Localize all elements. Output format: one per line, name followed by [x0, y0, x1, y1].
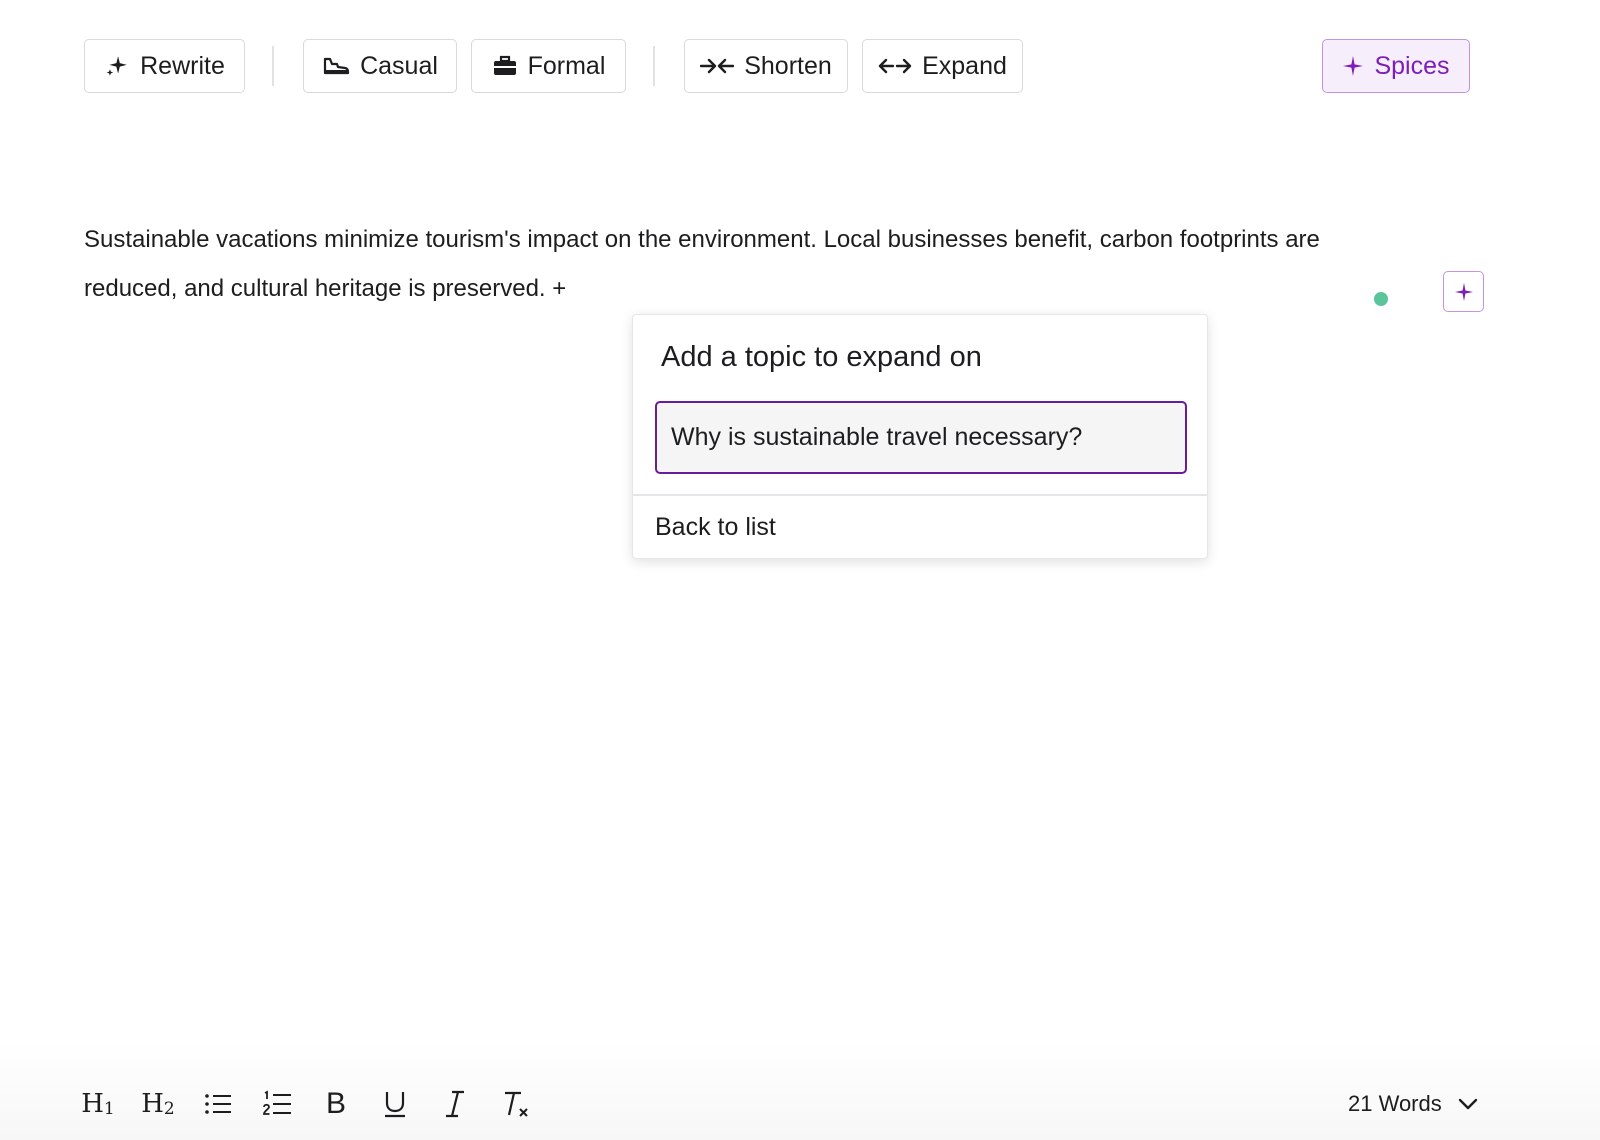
numbered-list-button[interactable] [255, 1084, 299, 1124]
popover-divider [633, 494, 1207, 496]
topic-input[interactable] [655, 401, 1187, 474]
popover-title: Add a topic to expand on [661, 341, 982, 373]
clear-formatting-button[interactable] [494, 1084, 538, 1124]
sparkle-icon [104, 53, 130, 79]
toolbar-divider [653, 46, 655, 86]
expand-label: Expand [922, 51, 1007, 80]
underline-icon [382, 1090, 408, 1118]
casual-button[interactable]: Casual [303, 39, 457, 93]
plus-sparkle-icon [1342, 55, 1364, 77]
paragraph-text: Sustainable vacations minimize tourism's… [84, 226, 1320, 302]
italic-button[interactable] [433, 1084, 477, 1124]
inline-add-button[interactable]: + [552, 275, 566, 302]
heading-2-icon: H2 [141, 1089, 175, 1119]
heading-2-button[interactable]: H2 [136, 1084, 180, 1124]
word-count-dropdown[interactable]: 21 Words [1348, 1086, 1478, 1122]
spices-button[interactable]: Spices [1322, 39, 1470, 93]
spices-label: Spices [1374, 51, 1450, 80]
arrows-outward-icon [878, 56, 912, 76]
shorten-button[interactable]: Shorten [684, 39, 848, 93]
formal-button[interactable]: Formal [471, 39, 626, 93]
shorten-label: Shorten [744, 51, 832, 80]
casual-label: Casual [360, 51, 438, 80]
sneaker-icon [322, 54, 350, 78]
editor-paragraph[interactable]: Sustainable vacations minimize tourism's… [84, 215, 1414, 313]
clear-formatting-icon [501, 1090, 531, 1118]
bold-icon: B [325, 1087, 346, 1120]
toolbar-divider [272, 46, 274, 86]
bullet-list-icon [204, 1092, 232, 1116]
italic-icon [444, 1090, 466, 1118]
numbered-list-icon [262, 1090, 292, 1118]
bold-button[interactable]: B [314, 1084, 358, 1124]
rewrite-label: Rewrite [140, 51, 225, 80]
bullet-list-button[interactable] [196, 1084, 240, 1124]
expand-topic-popover: Add a topic to expand on Back to list [632, 314, 1208, 559]
arrows-inward-icon [700, 56, 735, 76]
chevron-down-icon [1458, 1098, 1478, 1110]
back-to-list-link[interactable]: Back to list [655, 513, 776, 542]
formal-label: Formal [527, 51, 606, 80]
word-count-label: 21 Words [1348, 1091, 1442, 1116]
add-spice-button[interactable] [1443, 271, 1484, 312]
heading-1-button[interactable]: H1 [76, 1084, 120, 1124]
plus-sparkle-icon [1454, 282, 1474, 302]
briefcase-icon [492, 54, 518, 78]
heading-1-icon: H1 [81, 1089, 115, 1119]
status-dot [1374, 292, 1388, 306]
expand-button[interactable]: Expand [862, 39, 1023, 93]
rewrite-button[interactable]: Rewrite [84, 39, 245, 93]
underline-button[interactable] [373, 1084, 417, 1124]
